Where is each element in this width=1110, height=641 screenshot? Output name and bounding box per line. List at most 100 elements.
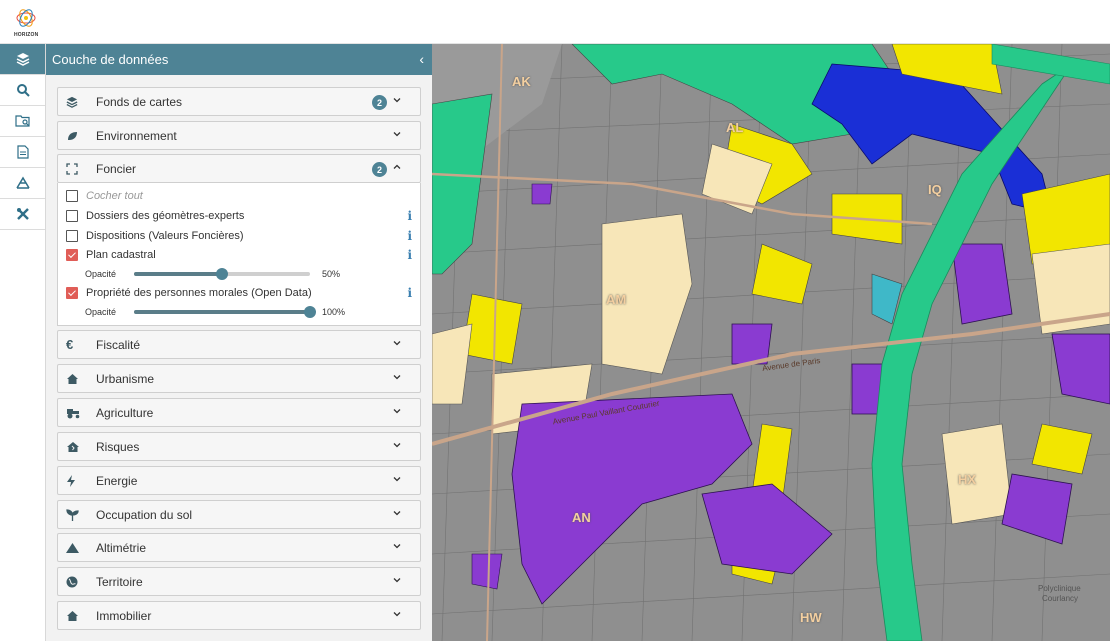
panel-header: Couche de données ‹ <box>46 44 432 75</box>
section-agriculture[interactable]: Agriculture <box>57 398 421 427</box>
measure-icon <box>15 176 30 189</box>
parcel-section-label: HW <box>800 610 822 625</box>
section-label: Immobilier <box>96 608 152 623</box>
layer-label: Plan cadastral <box>86 249 156 261</box>
parcel-section-label: AL <box>726 120 744 135</box>
section-territoire[interactable]: Territoire <box>57 567 421 596</box>
folder-search-icon <box>14 115 30 127</box>
layers-icon <box>16 53 29 66</box>
cadastral-map <box>432 44 1110 641</box>
chevron-down-icon <box>393 578 401 583</box>
opacity-slider[interactable] <box>134 268 311 280</box>
opacity-slider-thumb[interactable] <box>304 306 317 318</box>
layer-label: Propriété des personnes morales (Open Da… <box>86 287 312 299</box>
layer-row[interactable]: Dispositions (Valeurs Foncières) <box>66 230 244 242</box>
check-all-checkbox[interactable] <box>66 190 78 202</box>
layer-checkbox[interactable] <box>66 210 78 222</box>
check-all-row[interactable]: Cocher tout <box>66 190 143 202</box>
top-bar: HORIZON <box>0 0 1110 44</box>
rail-tools-button[interactable] <box>0 199 45 230</box>
section-label: Agriculture <box>96 405 154 420</box>
collapse-panel-button[interactable]: ‹ <box>419 51 424 67</box>
opacity-row: Opacité 100% <box>85 306 346 318</box>
section-occupation-du-sol[interactable]: Occupation du sol <box>57 500 421 529</box>
home-icon <box>66 373 88 385</box>
rail-folder-search-button[interactable] <box>0 106 45 137</box>
tractor-icon <box>66 407 88 419</box>
section-foncier[interactable]: Foncier 2 <box>57 154 421 183</box>
parcel-section-label: AK <box>512 74 531 89</box>
layer-count-badge: 2 <box>372 162 387 177</box>
opacity-slider-thumb[interactable] <box>216 268 229 280</box>
layer-checkbox-checked[interactable] <box>66 249 78 261</box>
rail-measure-button[interactable] <box>0 168 45 199</box>
section-fonds-de-cartes[interactable]: Fonds de cartes 2 <box>57 87 421 116</box>
horizon-logo[interactable]: HORIZON <box>8 6 44 38</box>
chevron-down-icon <box>393 511 401 516</box>
parcel-section-label: IQ <box>928 182 942 197</box>
chevron-down-icon <box>393 98 401 103</box>
section-label: Risques <box>96 439 140 454</box>
tools-icon <box>16 208 29 220</box>
logo-mark-icon <box>16 9 36 27</box>
section-altimetrie[interactable]: Altimétrie <box>57 533 421 562</box>
section-label: Foncier <box>96 161 137 176</box>
section-label: Fiscalité <box>96 337 141 352</box>
rail-search-button[interactable] <box>0 75 45 106</box>
layer-checkbox[interactable] <box>66 230 78 242</box>
info-icon[interactable]: i <box>407 286 412 300</box>
section-risques[interactable]: Risques <box>57 432 421 461</box>
info-icon[interactable]: i <box>407 248 412 262</box>
bolt-icon <box>66 474 88 487</box>
logo-text: HORIZON <box>14 32 39 38</box>
opacity-label: Opacité <box>85 307 117 317</box>
opacity-slider[interactable] <box>134 306 317 318</box>
mountain-icon <box>66 542 88 553</box>
rail-document-button[interactable] <box>0 137 45 168</box>
check-all-label: Cocher tout <box>86 190 143 202</box>
layer-row[interactable]: Propriété des personnes morales (Open Da… <box>66 287 312 299</box>
expand-corners-icon <box>66 162 88 175</box>
chevron-down-icon <box>393 409 401 414</box>
section-environnement[interactable]: Environnement <box>57 121 421 150</box>
opacity-row: Opacité 50% <box>85 268 340 280</box>
search-icon <box>16 84 30 97</box>
opacity-slider-fill <box>134 272 223 276</box>
parcel-section-label: AM <box>606 292 627 307</box>
home-icon <box>66 610 88 622</box>
layer-count-badge: 2 <box>372 95 387 110</box>
euro-icon: € <box>66 337 74 352</box>
document-icon <box>16 145 29 159</box>
layer-row[interactable]: Dossiers des géomètres-experts <box>66 210 244 222</box>
chevron-down-icon <box>393 443 401 448</box>
info-icon[interactable]: i <box>407 229 412 243</box>
rail-layers-button[interactable] <box>0 44 45 75</box>
section-label: Energie <box>96 473 138 488</box>
section-label: Urbanisme <box>96 371 155 386</box>
info-icon[interactable]: i <box>407 209 412 223</box>
parcel-section-label: AN <box>572 510 591 525</box>
section-fiscalite[interactable]: € Fiscalité <box>57 330 421 359</box>
section-energie[interactable]: Energie <box>57 466 421 495</box>
layer-checkbox-checked[interactable] <box>66 287 78 299</box>
tool-rail <box>0 44 46 641</box>
section-immobilier[interactable]: Immobilier <box>57 601 421 630</box>
section-label: Environnement <box>96 128 177 143</box>
section-label: Altimétrie <box>96 540 147 555</box>
opacity-label: Opacité <box>85 269 117 279</box>
chevron-down-icon <box>393 477 401 482</box>
chevron-down-icon <box>393 612 401 617</box>
chevron-down-icon <box>393 341 401 346</box>
foncier-layer-list: Cocher tout Dossiers des géomètres-exper… <box>57 183 421 326</box>
section-urbanisme[interactable]: Urbanisme <box>57 364 421 393</box>
layer-label: Dossiers des géomètres-experts <box>86 210 245 222</box>
section-label: Fonds de cartes <box>96 94 183 109</box>
panel-title: Couche de données <box>52 52 169 67</box>
section-label: Occupation du sol <box>96 507 193 522</box>
seedling-icon <box>66 508 88 521</box>
map-canvas[interactable]: AK AL AM AN HW HX IQ Avenue Paul Vaillan… <box>432 44 1110 641</box>
poi-label: Polyclinique <box>1038 584 1081 593</box>
layer-row[interactable]: Plan cadastral <box>66 249 156 261</box>
globe-icon <box>66 576 88 588</box>
opacity-value: 100% <box>322 307 346 317</box>
